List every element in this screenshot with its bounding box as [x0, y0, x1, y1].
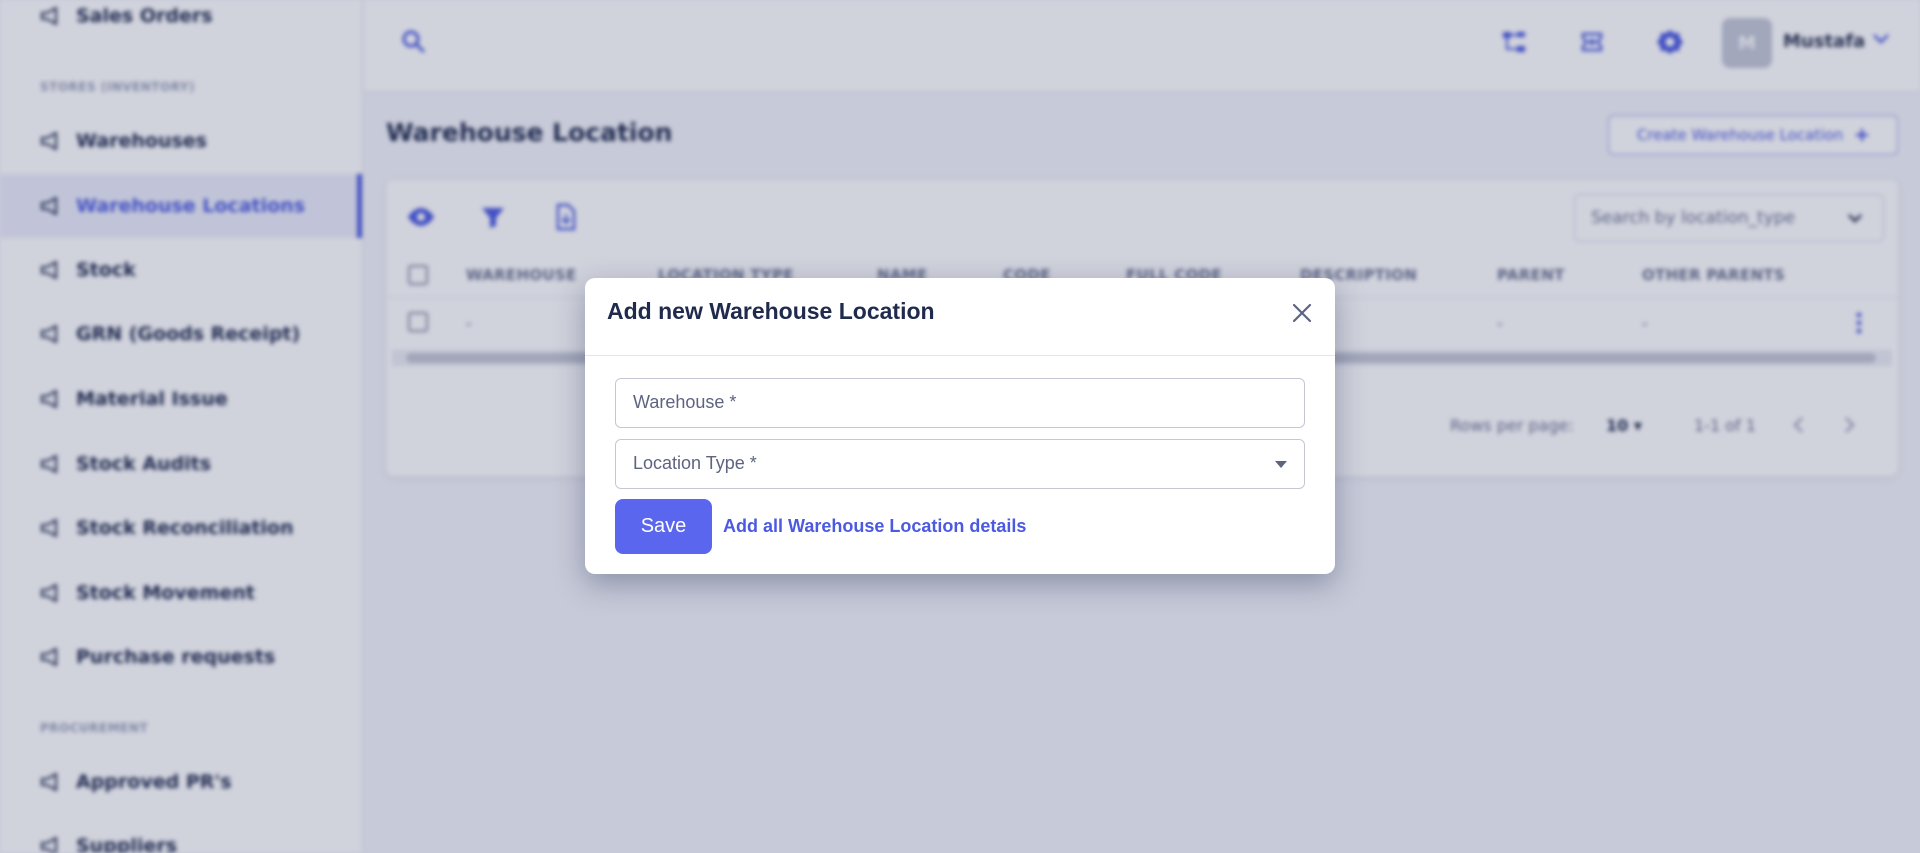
- warehouse-field-label: Warehouse *: [633, 392, 737, 412]
- location-type-field-label: Location Type *: [633, 453, 757, 473]
- add-all-details-link[interactable]: Add all Warehouse Location details: [723, 516, 1026, 537]
- dropdown-arrow-icon: [1275, 461, 1287, 468]
- close-icon[interactable]: [1288, 299, 1316, 327]
- save-button[interactable]: Save: [615, 499, 712, 554]
- add-warehouse-location-dialog: Add new Warehouse Location Warehouse * L…: [585, 278, 1335, 574]
- warehouse-field[interactable]: Warehouse *: [615, 378, 1305, 428]
- dialog-header: Add new Warehouse Location: [585, 278, 1335, 356]
- dialog-title: Add new Warehouse Location: [607, 298, 935, 324]
- location-type-select[interactable]: Location Type *: [615, 439, 1305, 489]
